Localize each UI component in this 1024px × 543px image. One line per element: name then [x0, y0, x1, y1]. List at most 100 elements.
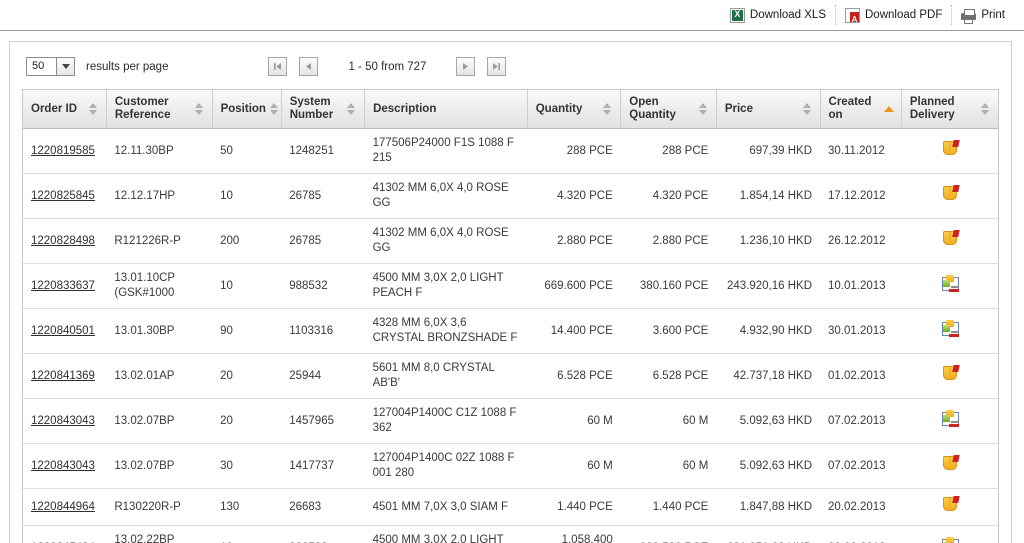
cell-order_id[interactable]: 1220828498	[23, 218, 107, 264]
column-header-quantity[interactable]: Quantity	[527, 90, 622, 129]
sort-toggle-icon[interactable]	[269, 102, 279, 116]
sort-toggle-icon[interactable]	[194, 102, 204, 116]
download-pdf-label: Download PDF	[865, 9, 943, 21]
pager-prev-button[interactable]	[299, 57, 319, 76]
table-row: 1220843043 13.02.07BP 20 1457965 127004P1400…	[23, 398, 998, 444]
table-head: Order ID Customer Reference Position System…	[23, 90, 998, 129]
package-icon[interactable]	[941, 185, 960, 202]
column-header-system_number[interactable]: System Number	[281, 90, 366, 129]
cell-planned_delivery[interactable]	[901, 173, 998, 219]
package-icon[interactable]	[941, 496, 960, 513]
header-row: Order ID Customer Reference Position System…	[23, 90, 998, 129]
column-header-label: Planned Delivery	[909, 96, 955, 121]
order-id-link[interactable]: 1220819585	[31, 145, 95, 157]
cell-description: 4328 MM 6,0X 3,6 CRYSTAL BRONZSHADE F	[364, 308, 528, 354]
column-header-open_quantity[interactable]: Open Quantity	[620, 90, 717, 129]
package-icon[interactable]	[941, 140, 960, 157]
order-id-link[interactable]: 1220840501	[31, 325, 95, 337]
package-icon[interactable]	[941, 365, 960, 382]
clipboard-package-icon[interactable]	[941, 275, 959, 292]
cell-description: 4500 MM 3,0X 2,0 LIGHT PEACH F	[364, 263, 528, 309]
cell-position: 20	[212, 353, 282, 399]
table-row: 1220844964 R130220R-P 130 26683 4501 MM 7,0X…	[23, 488, 998, 526]
cell-planned_delivery[interactable]	[901, 525, 998, 543]
print-button[interactable]: Print	[951, 5, 1014, 25]
clipboard-package-icon[interactable]	[941, 320, 959, 337]
package-icon[interactable]	[941, 230, 960, 247]
cell-quantity: 1.058.400 PCE	[527, 525, 621, 543]
cell-customer_reference: 13.02.01AP	[106, 353, 213, 399]
cell-order_id[interactable]: 1220845434	[23, 525, 107, 543]
cell-order_id[interactable]: 1220843043	[23, 443, 107, 489]
cell-order_id[interactable]: 1220843043	[23, 398, 107, 444]
download-xls-button[interactable]: Download XLS	[721, 5, 835, 25]
column-header-planned_delivery[interactable]: Planned Delivery	[901, 90, 998, 129]
cell-planned_delivery[interactable]	[901, 353, 998, 399]
cell-customer_reference: 13.02.07BP	[106, 443, 213, 489]
cell-order_id[interactable]: 1220841369	[23, 353, 107, 399]
order-id-link[interactable]: 1220828498	[31, 235, 95, 247]
cell-order_id[interactable]: 1220833637	[23, 263, 107, 309]
cell-position: 10	[212, 525, 282, 543]
cell-open_quantity: 3.600 PCE	[620, 308, 717, 354]
table-row: 1220843043 13.02.07BP 30 1417737 127004P1400…	[23, 443, 998, 489]
download-pdf-button[interactable]: Download PDF	[835, 5, 951, 25]
column-header-position[interactable]: Position	[212, 90, 282, 129]
cell-position: 130	[212, 488, 282, 526]
column-header-label: Position	[220, 102, 266, 115]
cell-planned_delivery[interactable]	[901, 398, 998, 444]
cell-position: 10	[212, 263, 282, 309]
cell-planned_delivery[interactable]	[901, 308, 998, 354]
column-header-customer_reference[interactable]: Customer Reference	[106, 90, 213, 129]
results-toolbar: 50 results per page 1 - 50 from 727	[21, 53, 1000, 80]
order-id-link[interactable]: 1220843043	[31, 460, 95, 472]
order-id-link[interactable]: 1220833637	[31, 280, 95, 292]
table-row: 1220819585 12.11.30BP 50 1248251 177506P2400…	[23, 128, 998, 174]
cell-created_on: 30.01.2013	[820, 308, 902, 354]
cell-price: 42.737,18 HKD	[716, 353, 821, 399]
sort-toggle-icon[interactable]	[698, 102, 708, 116]
table-row: 1220840501 13.01.30BP 90 1103316 4328 MM 6,0…	[23, 308, 998, 354]
results-per-page-select[interactable]: 50	[26, 57, 75, 76]
table-body: 1220819585 12.11.30BP 50 1248251 177506P2400…	[23, 128, 998, 543]
column-header-created_on[interactable]: Created on	[820, 90, 902, 129]
cell-planned_delivery[interactable]	[901, 443, 998, 489]
package-icon[interactable]	[941, 455, 960, 472]
pager-first-button[interactable]	[268, 57, 288, 76]
sort-ascending-icon[interactable]	[883, 102, 894, 116]
cell-description: 5601 MM 8,0 CRYSTAL AB'B'	[364, 353, 528, 399]
pagination: 1 - 50 from 727	[268, 57, 507, 76]
order-id-link[interactable]: 1220844964	[31, 501, 95, 513]
cell-order_id[interactable]: 1220825845	[23, 173, 107, 219]
sort-toggle-icon[interactable]	[88, 102, 98, 116]
chevron-down-icon[interactable]	[56, 58, 74, 75]
sort-toggle-icon[interactable]	[603, 102, 612, 116]
cell-customer_reference: 13.02.07BP	[106, 398, 213, 444]
cell-created_on: 07.02.2013	[820, 398, 902, 444]
clipboard-package-icon[interactable]	[941, 410, 959, 427]
printer-icon	[961, 8, 977, 24]
export-toolbar: Download XLS Download PDF Print	[0, 0, 1024, 31]
sort-toggle-icon[interactable]	[347, 102, 356, 116]
pager-next-button[interactable]	[456, 57, 476, 76]
cell-order_id[interactable]: 1220844964	[23, 488, 107, 526]
order-id-link[interactable]: 1220841369	[31, 370, 95, 382]
cell-order_id[interactable]: 1220819585	[23, 128, 107, 174]
order-id-link[interactable]: 1220825845	[31, 190, 95, 202]
cell-customer_reference: 13.01.30BP	[106, 308, 213, 354]
sort-toggle-icon[interactable]	[981, 102, 990, 116]
cell-description: 127004P1400C C1Z 1088 F 362	[364, 398, 528, 444]
cell-planned_delivery[interactable]	[901, 218, 998, 264]
order-id-link[interactable]: 1220843043	[31, 415, 95, 427]
clipboard-package-icon[interactable]	[941, 537, 959, 543]
cell-customer_reference: 12.12.17HP	[106, 173, 213, 219]
cell-planned_delivery[interactable]	[901, 488, 998, 526]
cell-created_on: 01.02.2013	[820, 353, 902, 399]
column-header-price[interactable]: Price	[716, 90, 821, 129]
cell-order_id[interactable]: 1220840501	[23, 308, 107, 354]
sort-toggle-icon[interactable]	[802, 102, 812, 116]
column-header-order_id[interactable]: Order ID	[23, 90, 107, 129]
cell-planned_delivery[interactable]	[901, 128, 998, 174]
pager-last-button[interactable]	[487, 57, 507, 76]
cell-planned_delivery[interactable]	[901, 263, 998, 309]
